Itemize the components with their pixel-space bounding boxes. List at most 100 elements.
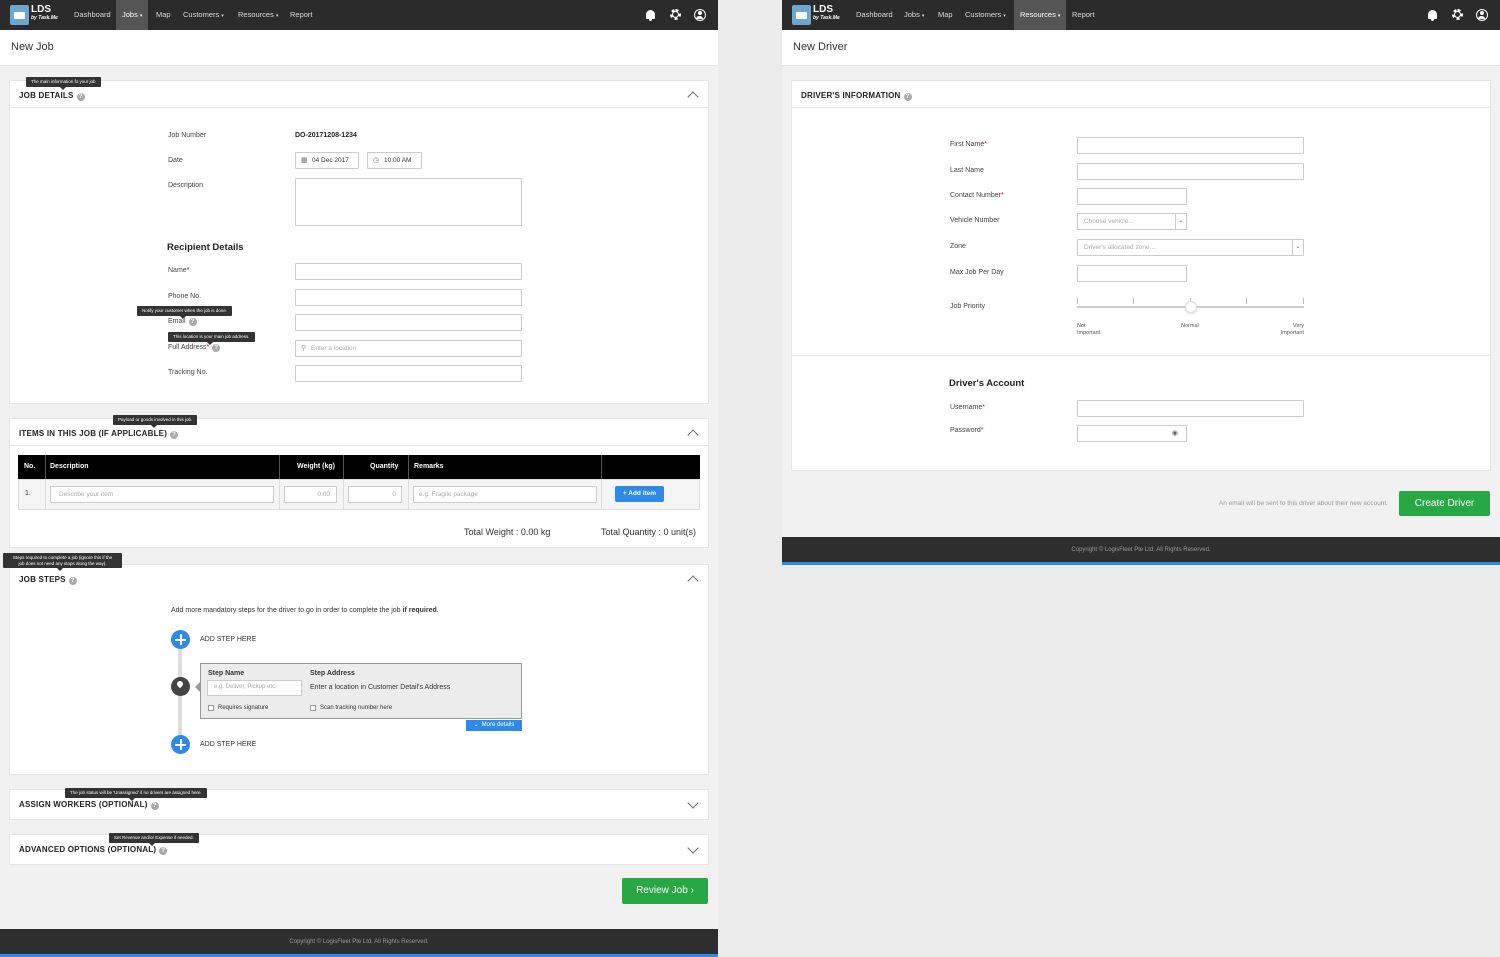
requires-signature-checkbox[interactable] bbox=[208, 705, 214, 711]
more-details-button[interactable]: ⌄ More details bbox=[466, 720, 522, 731]
collapse-chevron-icon[interactable] bbox=[687, 575, 699, 587]
add-item-button[interactable]: + Add item bbox=[615, 486, 664, 502]
contact-number-field[interactable] bbox=[1077, 188, 1187, 205]
step-address-label: Step Address bbox=[310, 670, 355, 677]
job-details-header[interactable]: The main information fo your job JOB DET… bbox=[10, 77, 708, 108]
tooltip: Set Revenue and/or Expense if needed. bbox=[109, 833, 199, 845]
phone-field[interactable] bbox=[295, 289, 522, 306]
date-picker[interactable]: ▦ 04 Dec 2017 bbox=[295, 152, 359, 169]
step-name-label: Step Name bbox=[208, 670, 245, 677]
recipient-name-field[interactable] bbox=[295, 263, 522, 280]
job-number-value: DO-20171208-1234 bbox=[295, 132, 357, 139]
item-remarks-input[interactable]: e.g. Fragile package bbox=[413, 486, 597, 503]
password-field[interactable]: ◉ bbox=[1077, 425, 1187, 442]
step-name-input[interactable]: e.g. Deliver, Pickup etc. bbox=[207, 680, 302, 696]
nav-map[interactable]: Map bbox=[150, 0, 177, 30]
nav-dashboard[interactable]: Dashboard bbox=[68, 0, 117, 30]
tracking-field[interactable] bbox=[295, 365, 522, 382]
help-icon[interactable]: ? bbox=[150, 802, 159, 810]
nav-jobs[interactable]: Jobs ▾ bbox=[898, 0, 930, 30]
assign-workers-card[interactable]: The job status will be 'Unassigned' if n… bbox=[9, 788, 709, 820]
address-field[interactable]: ⚲ Enter a location bbox=[295, 340, 522, 357]
review-job-button[interactable]: Review Job › bbox=[622, 878, 708, 904]
item-description-input[interactable]: Describe your item bbox=[50, 486, 274, 503]
chevron-down-icon: ▾ bbox=[275, 13, 279, 19]
settings-gear-icon[interactable] bbox=[669, 8, 683, 22]
nav-report[interactable]: Report bbox=[284, 0, 319, 30]
max-job-label: Max Job Per Day bbox=[950, 269, 1004, 276]
step-card: Step Name e.g. Deliver, Pickup etc. Step… bbox=[195, 663, 522, 719]
help-icon[interactable]: ? bbox=[159, 847, 168, 855]
user-profile-icon[interactable] bbox=[693, 8, 707, 22]
username-field[interactable] bbox=[1077, 400, 1304, 417]
scan-tracking-checkbox[interactable] bbox=[310, 705, 316, 711]
max-job-field[interactable] bbox=[1077, 265, 1187, 282]
app-logo[interactable]: LDS by Task.Me bbox=[10, 4, 60, 25]
vehicle-select[interactable]: Choose vehicle... ⌄ bbox=[1077, 213, 1187, 230]
add-step-plus-icon[interactable] bbox=[171, 630, 190, 649]
collapse-chevron-icon[interactable] bbox=[687, 91, 699, 103]
expand-chevron-icon[interactable] bbox=[687, 842, 699, 854]
help-icon[interactable]: ? bbox=[68, 577, 77, 585]
help-icon[interactable]: ? bbox=[903, 93, 912, 101]
divider bbox=[792, 355, 1490, 356]
chevron-down-icon: ▾ bbox=[1003, 13, 1006, 19]
items-header[interactable]: Payload or goods involved in this job. I… bbox=[10, 415, 708, 446]
step-address-value[interactable]: Enter a location in Customer Detail's Ad… bbox=[310, 684, 450, 691]
total-weight: Total Weight : 0.00 kg bbox=[464, 527, 551, 537]
nav-customers[interactable]: Customers ▾ bbox=[177, 0, 230, 30]
driver-info-card: DRIVER'S INFORMATION? First Name* Last N… bbox=[791, 80, 1491, 471]
settings-gear-icon[interactable] bbox=[1451, 8, 1465, 22]
job-priority-slider[interactable]: Not Important Normal Very Important bbox=[1077, 295, 1304, 336]
job-steps-intro: Add more mandatory steps for the driver … bbox=[171, 607, 439, 614]
nav-customers[interactable]: Customers ▾ bbox=[959, 0, 1012, 30]
slider-handle[interactable] bbox=[1184, 301, 1197, 313]
nav-resources[interactable]: Resources ▾ bbox=[1014, 0, 1066, 30]
help-icon[interactable]: ? bbox=[188, 318, 197, 326]
column-header: No. bbox=[24, 463, 36, 470]
create-driver-button[interactable]: Create Driver bbox=[1399, 491, 1490, 516]
tooltip: The job status will be 'Unassigned' if n… bbox=[65, 788, 207, 800]
add-step-bottom-label[interactable]: ADD STEP HERE bbox=[200, 741, 256, 748]
tracking-label: Tracking No. bbox=[168, 369, 208, 376]
page-title: New Driver bbox=[793, 41, 848, 53]
notifications-bell-icon[interactable] bbox=[644, 8, 658, 22]
first-name-field[interactable] bbox=[1077, 137, 1304, 154]
time-picker[interactable]: ◷ 10:00 AM bbox=[367, 152, 422, 169]
item-quantity-input[interactable]: 0 bbox=[348, 486, 402, 503]
expand-chevron-icon[interactable] bbox=[687, 797, 699, 809]
column-header: Weight (kg) bbox=[297, 463, 335, 470]
help-icon[interactable]: ? bbox=[212, 344, 221, 352]
items-table-header: No. Description Weight (kg) Quantity Rem… bbox=[18, 455, 700, 479]
nav-jobs[interactable]: Jobs ▾ bbox=[116, 0, 148, 30]
nav-resources[interactable]: Resources ▾ bbox=[232, 0, 284, 30]
job-steps-header[interactable]: Steps required to complete a job (ignore… bbox=[3, 553, 708, 592]
page-title: New Job bbox=[11, 41, 54, 53]
advanced-options-card[interactable]: Set Revenue and/or Expense if needed. AD… bbox=[9, 833, 709, 865]
zone-select[interactable]: Driver's allocated zone... ⌄ bbox=[1077, 239, 1304, 256]
user-profile-icon[interactable] bbox=[1475, 8, 1489, 22]
nav-report[interactable]: Report bbox=[1066, 0, 1101, 30]
app-logo[interactable]: LDS by Task.Me bbox=[792, 4, 842, 25]
tooltip: The main information fo your job bbox=[26, 77, 101, 89]
collapse-chevron-icon[interactable] bbox=[687, 429, 699, 441]
add-step-top-label[interactable]: ADD STEP HERE bbox=[200, 636, 256, 643]
nav-map[interactable]: Map bbox=[932, 0, 959, 30]
section-title: DRIVER'S INFORMATION bbox=[801, 91, 901, 100]
eye-icon[interactable]: ◉ bbox=[1172, 429, 1178, 437]
last-name-field[interactable] bbox=[1077, 163, 1304, 180]
nav-dashboard[interactable]: Dashboard bbox=[850, 0, 899, 30]
add-step-plus-icon[interactable] bbox=[171, 735, 190, 754]
row-number: 1. bbox=[25, 490, 31, 497]
description-textarea[interactable] bbox=[295, 178, 522, 226]
job-steps-card: Steps required to complete a job (ignore… bbox=[3, 553, 709, 775]
help-icon[interactable]: ? bbox=[76, 93, 85, 101]
location-pin-icon: ⚲ bbox=[301, 345, 307, 352]
email-field[interactable] bbox=[295, 314, 522, 331]
address-label: Full Address*? bbox=[168, 344, 221, 352]
notifications-bell-icon[interactable] bbox=[1426, 8, 1440, 22]
total-quantity: Total Quantity : 0 unit(s) bbox=[601, 527, 697, 537]
item-weight-input[interactable]: 0.00 bbox=[284, 486, 337, 503]
first-name-label: First Name* bbox=[950, 141, 987, 148]
help-icon[interactable]: ? bbox=[170, 431, 179, 439]
